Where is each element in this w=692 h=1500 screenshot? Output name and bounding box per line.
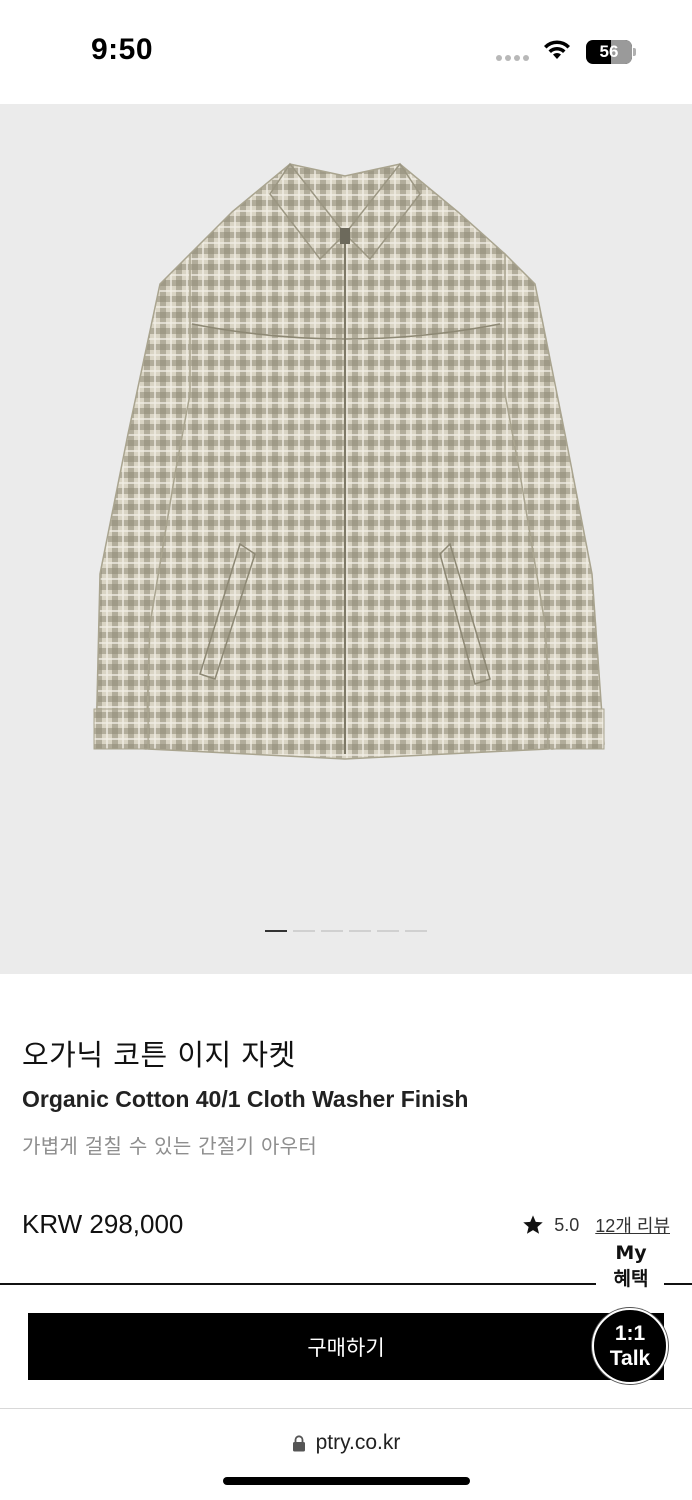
carousel-dot[interactable] [265, 930, 287, 932]
status-time: 9:50 [91, 33, 154, 66]
carousel-dot[interactable] [293, 930, 315, 932]
product-image[interactable] [0, 104, 692, 974]
my-benefit-label-1: My [615, 1242, 647, 1264]
browser-address-bar[interactable]: ptry.co.kr [0, 1408, 692, 1500]
url-display[interactable]: ptry.co.kr [0, 1431, 692, 1455]
carousel-dot[interactable] [377, 930, 399, 932]
rating-score: 5.0 [554, 1214, 580, 1235]
product-subtitle: 가볍게 걸칠 수 있는 간절기 아우터 [22, 1134, 318, 1158]
carousel-dot[interactable] [349, 930, 371, 932]
carousel-dot[interactable] [321, 930, 343, 932]
product-title-ko: 오가닉 코튼 이지 자켓 [22, 1038, 296, 1072]
url-text: ptry.co.kr [315, 1431, 401, 1454]
review-count-link[interactable]: 12개 리뷰 [595, 1212, 670, 1238]
carousel-indicator[interactable] [265, 930, 427, 932]
star-icon [523, 1215, 543, 1234]
signal-icon [496, 55, 529, 61]
my-benefit-button[interactable]: My 혜택 [600, 1240, 662, 1292]
rating-summary[interactable]: 5.0 12개 리뷰 [522, 1212, 670, 1238]
battery-nub [633, 48, 636, 56]
talk-chat-button[interactable]: 1:1 Talk [592, 1308, 668, 1384]
jacket-image [93, 162, 605, 760]
product-title-en: Organic Cotton 40/1 Cloth Washer Finish [22, 1086, 469, 1112]
wifi-icon [544, 40, 570, 59]
battery-icon: 56 [586, 40, 632, 64]
product-price: KRW 298,000 [22, 1209, 184, 1239]
talk-label-1: 1:1 [614, 1322, 646, 1345]
divider [664, 1283, 692, 1285]
carousel-dot[interactable] [405, 930, 427, 932]
divider [0, 1283, 596, 1285]
talk-label-2: Talk [609, 1347, 651, 1370]
buy-button[interactable]: 구매하기 [28, 1313, 664, 1380]
lock-icon [292, 1434, 305, 1451]
home-indicator[interactable] [223, 1477, 470, 1485]
status-bar: 9:50 56 [0, 0, 692, 104]
my-benefit-label-2: 혜택 [613, 1268, 649, 1290]
